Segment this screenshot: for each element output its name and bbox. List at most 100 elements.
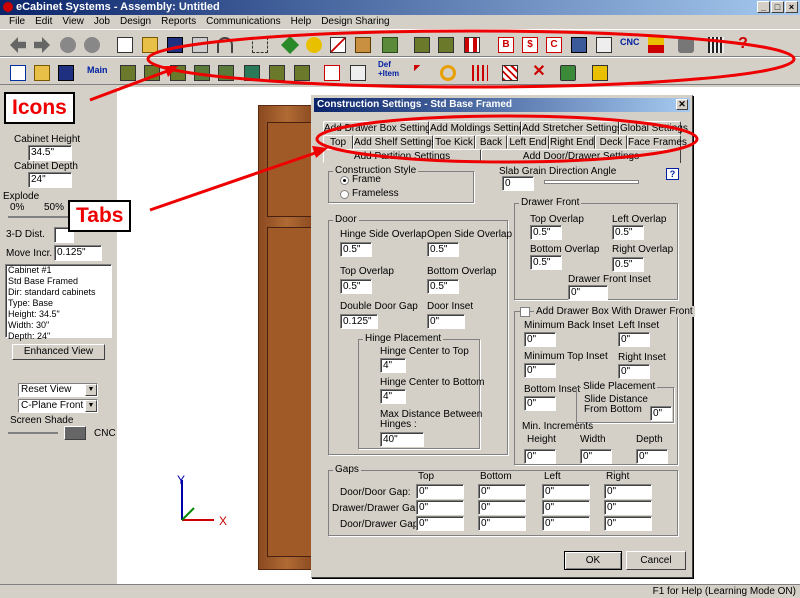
tool-save2-button[interactable] [54, 61, 76, 83]
tool-dbx-button[interactable] [190, 61, 212, 83]
tool-camera-button[interactable] [556, 61, 578, 83]
frameless-radio[interactable] [340, 190, 349, 199]
screen-shade-slider[interactable] [8, 432, 58, 434]
cancel-tool-button[interactable] [56, 33, 78, 55]
cabinet-height-field[interactable]: 34.5" [28, 145, 72, 161]
left-inset-field[interactable]: 0" [618, 332, 650, 347]
tab-top[interactable]: Top [323, 135, 353, 149]
report-c-button[interactable]: C [542, 33, 564, 55]
tool-6-button[interactable] [378, 33, 400, 55]
max-distance-field[interactable]: 40" [380, 432, 424, 447]
tool-cab2-button[interactable] [140, 61, 162, 83]
df-bottom-overlap-field[interactable]: 0.5" [530, 255, 562, 270]
tab-back[interactable]: Back [475, 135, 507, 149]
tool-fb-button[interactable] [214, 61, 236, 83]
gap-field[interactable]: 0" [478, 500, 526, 515]
explode-slider[interactable] [8, 216, 68, 218]
gap-field[interactable]: 0" [604, 500, 652, 515]
gap-field[interactable]: 0" [604, 516, 652, 531]
select-tool-button[interactable] [248, 33, 270, 55]
min-top-inset-field[interactable]: 0" [524, 363, 556, 378]
reset-view-select[interactable]: Reset View ▼ [18, 383, 98, 397]
gap-field[interactable]: 0" [478, 484, 526, 499]
tab-door-drawer[interactable]: Add Door/Drawer Settings [481, 149, 681, 163]
tab-left-end[interactable]: Left End [507, 135, 549, 149]
tab-face-frames[interactable]: Face Frames [627, 135, 687, 149]
report-dollar-button[interactable]: $ [518, 33, 540, 55]
hinge-side-overlap-field[interactable]: 0.5" [340, 242, 372, 257]
shade-color-button[interactable] [64, 426, 86, 440]
cancel-button[interactable]: Cancel [626, 551, 686, 570]
hinge-center-top-field[interactable]: 4" [380, 358, 406, 373]
tab-partition[interactable]: Add Partition Settings [323, 149, 481, 163]
open-button[interactable] [138, 33, 160, 55]
gap-field[interactable]: 0" [416, 500, 464, 515]
tool-rotate-button[interactable] [436, 61, 458, 83]
double-door-gap-field[interactable]: 0.125" [340, 314, 378, 329]
tool-8-button[interactable] [434, 33, 456, 55]
menu-help[interactable]: Help [286, 15, 317, 29]
min-depth-field[interactable]: 0" [636, 449, 668, 464]
print-button[interactable] [188, 33, 210, 55]
add-drawer-box-checkbox[interactable] [520, 307, 530, 317]
hinge-center-bottom-field[interactable]: 4" [380, 389, 406, 404]
door-inset-field[interactable]: 0" [427, 314, 465, 329]
close-button[interactable]: × [785, 1, 798, 13]
undo-button[interactable] [213, 33, 235, 55]
delete-tool-button[interactable]: ✕ [528, 61, 550, 83]
tool-cab3-button[interactable] [166, 61, 188, 83]
df-top-overlap-field[interactable]: 0.5" [530, 225, 562, 240]
gap-field[interactable]: 0" [542, 516, 590, 531]
cabinet-drawer-front[interactable] [267, 122, 312, 217]
slide-distance-field[interactable]: 0" [650, 406, 672, 421]
menu-file[interactable]: File [4, 15, 30, 29]
tool-5-button[interactable] [351, 33, 373, 55]
df-inset-field[interactable]: 0" [568, 285, 608, 300]
forward-arrow-button[interactable] [30, 33, 52, 55]
bottom-inset-field[interactable]: 0" [524, 396, 556, 411]
tool-upload-button[interactable] [567, 33, 589, 55]
help-icon[interactable]: ? [666, 168, 679, 180]
cnc-left-button[interactable]: CNC [94, 428, 116, 439]
tool-tools-button[interactable] [674, 33, 696, 55]
slab-grain-slider[interactable] [544, 180, 639, 184]
tab-moldings[interactable]: Add Moldings Settings [429, 121, 530, 135]
menu-communications[interactable]: Communications [201, 15, 285, 29]
tab-right-end[interactable]: Right End [549, 135, 595, 149]
tab-global[interactable]: Global Settings [619, 121, 688, 135]
df-right-overlap-field[interactable]: 0.5" [612, 257, 644, 272]
min-height-field[interactable]: 0" [524, 449, 556, 464]
tool-export-button[interactable] [592, 33, 614, 55]
tool-9-button[interactable] [460, 33, 482, 55]
tool-edit-button[interactable] [30, 61, 52, 83]
back-arrow-button[interactable] [6, 33, 28, 55]
save-button[interactable] [163, 33, 185, 55]
tool-dimension-button[interactable] [468, 61, 490, 83]
report-b-button[interactable]: B [494, 33, 516, 55]
cabinet-door[interactable] [267, 227, 312, 557]
tool-3-button[interactable] [302, 33, 324, 55]
tool-pointer-button[interactable] [410, 61, 432, 83]
tool-cab5-button[interactable] [290, 61, 312, 83]
gap-field[interactable]: 0" [478, 516, 526, 531]
help-button[interactable]: ? [732, 33, 754, 55]
right-inset-field[interactable]: 0" [618, 364, 650, 379]
gap-field[interactable]: 0" [416, 484, 464, 499]
menu-view[interactable]: View [57, 15, 89, 29]
menu-edit[interactable]: Edit [30, 15, 57, 29]
open-side-overlap-field[interactable]: 0.5" [427, 242, 459, 257]
tab-drawer-box[interactable]: Add Drawer Box Settings [323, 121, 436, 135]
redo-tool-button[interactable] [80, 33, 102, 55]
gap-field[interactable]: 0" [416, 516, 464, 531]
ok-button[interactable]: OK [564, 551, 622, 570]
tool-grid2-button[interactable] [498, 61, 520, 83]
tool-cab1-button[interactable] [116, 61, 138, 83]
gap-field[interactable]: 0" [604, 484, 652, 499]
tool-construction-button[interactable] [320, 61, 342, 83]
menu-reports[interactable]: Reports [156, 15, 201, 29]
tab-stretcher[interactable]: Add Stretcher Settings [521, 121, 622, 135]
tool-settings-button[interactable] [346, 61, 368, 83]
tool-cab4-button[interactable] [265, 61, 287, 83]
tool-film-button[interactable] [704, 33, 726, 55]
menu-job[interactable]: Job [89, 15, 115, 29]
